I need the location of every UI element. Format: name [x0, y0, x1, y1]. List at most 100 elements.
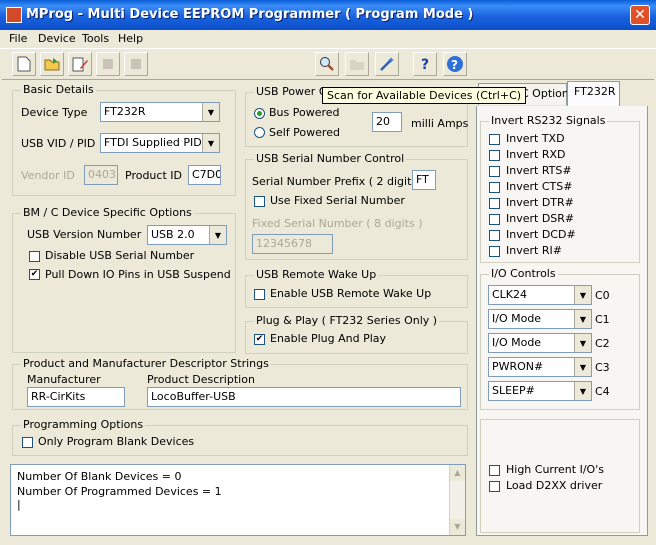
only-blank-checkbox[interactable] [22, 437, 33, 448]
c1-select[interactable]: I/O Mode ▼ [488, 309, 592, 329]
self-powered-radio[interactable] [254, 127, 265, 138]
max-current-field[interactable]: 20 [372, 112, 402, 132]
c4-value: SLEEP# [492, 384, 535, 397]
invert-rxd-label: Invert RXD [506, 148, 566, 161]
use-fixed-serial-checkbox[interactable] [254, 196, 265, 207]
menu-tools[interactable]: Tools [82, 32, 109, 45]
invert-cts-checkbox[interactable] [489, 182, 500, 193]
pull-down-label: Pull Down IO Pins in USB Suspend [45, 268, 231, 281]
plug-and-play-checkbox[interactable]: ✔ [254, 334, 265, 345]
invert-dsr-checkbox[interactable] [489, 214, 500, 225]
c1-label: C1 [595, 313, 610, 326]
c2-select[interactable]: I/O Mode ▼ [488, 333, 592, 353]
usb-version-value: USB 2.0 [151, 228, 195, 241]
remote-wakeup-checkbox[interactable] [254, 289, 265, 300]
bus-powered-radio[interactable] [254, 108, 265, 119]
scroll-up-icon[interactable]: ▲ [450, 465, 465, 481]
invert-txd-checkbox[interactable] [489, 134, 500, 145]
c2-value: I/O Mode [492, 336, 542, 349]
app-icon [6, 7, 22, 23]
invert-rts-checkbox[interactable] [489, 166, 500, 177]
program-button[interactable] [345, 52, 369, 76]
scroll-down-icon[interactable]: ▼ [450, 519, 465, 535]
group-title: Invert RS232 Signals [489, 114, 608, 127]
basic-details-group: Basic Details Device Type FT232R ▼ USB V… [12, 83, 236, 196]
group-title: Basic Details [21, 83, 96, 96]
erase-button[interactable] [375, 52, 399, 76]
toolbar: ? ? [2, 49, 654, 80]
menu-bar: File Device Tools Help [0, 30, 656, 49]
disable-serial-checkbox[interactable] [29, 251, 40, 262]
new-file-button[interactable] [12, 52, 36, 76]
c3-select[interactable]: PWRON# ▼ [488, 357, 592, 377]
edit-icon [72, 57, 88, 72]
disabled-tool-button-1[interactable] [96, 52, 120, 76]
load-d2xx-checkbox[interactable] [489, 481, 500, 492]
menu-file[interactable]: File [9, 32, 27, 45]
invert-rxd-checkbox[interactable] [489, 150, 500, 161]
load-d2xx-label: Load D2XX driver [506, 479, 603, 492]
tab-ft232r[interactable]: FT232R [567, 81, 620, 107]
device-type-select[interactable]: FT232R ▼ [100, 102, 220, 122]
help-button[interactable]: ? [413, 52, 437, 76]
menu-help[interactable]: Help [118, 32, 143, 45]
chevron-down-icon: ▼ [574, 358, 591, 376]
io-controls-group: I/O Controls CLK24 ▼ C0 I/O Mode ▼ C1 I/… [480, 267, 640, 410]
c4-select[interactable]: SLEEP# ▼ [488, 381, 592, 401]
manufacturer-label: Manufacturer [27, 373, 101, 386]
product-id-field[interactable]: C7D0 [188, 165, 221, 185]
output-log[interactable]: Number Of Blank Devices = 0 Number Of Pr… [10, 464, 466, 536]
close-button[interactable]: ✕ [630, 5, 650, 25]
fixed-serial-label: Fixed Serial Number ( 8 digits ) [252, 217, 423, 230]
open-button[interactable] [40, 52, 64, 76]
c0-select[interactable]: CLK24 ▼ [488, 285, 592, 305]
edit-button[interactable] [68, 52, 92, 76]
bus-powered-label: Bus Powered [269, 106, 340, 119]
vidpid-value: FTDI Supplied PID [104, 136, 202, 149]
device-type-label: Device Type [21, 106, 88, 119]
invert-dcd-checkbox[interactable] [489, 230, 500, 241]
title-bar[interactable]: MProg - Multi Device EEPROM Programmer (… [0, 0, 656, 30]
group-title: BM / C Device Specific Options [21, 206, 194, 219]
prefix-field[interactable]: FT [412, 170, 436, 190]
pull-down-checkbox[interactable]: ✔ [29, 269, 40, 280]
fixed-serial-field[interactable]: 12345678 [252, 234, 333, 254]
usb-version-select[interactable]: USB 2.0 ▼ [147, 225, 227, 245]
invert-dtr-label: Invert DTR# [506, 196, 574, 209]
chevron-down-icon: ▼ [202, 134, 219, 152]
info-icon: ? [447, 56, 463, 72]
output-line-blank: Number Of Blank Devices = 0 [17, 470, 182, 483]
vidpid-select[interactable]: FTDI Supplied PID ▼ [100, 133, 220, 153]
remote-wakeup-group: USB Remote Wake Up Enable USB Remote Wak… [245, 268, 468, 308]
invert-ri-checkbox[interactable] [489, 246, 500, 257]
new-file-icon [17, 56, 31, 72]
invert-dtr-checkbox[interactable] [489, 198, 500, 209]
serial-number-group: USB Serial Number Control Serial Number … [245, 152, 468, 260]
group-title: USB Serial Number Control [254, 152, 407, 165]
vendor-id-field[interactable]: 0403 [84, 165, 118, 185]
disable-serial-label: Disable USB Serial Number [45, 249, 195, 262]
product-description-field[interactable]: LocoBuffer-USB [147, 387, 461, 407]
high-current-checkbox[interactable] [489, 465, 500, 476]
manufacturer-field[interactable]: RR-CirKits [27, 387, 125, 407]
c0-value: CLK24 [492, 288, 528, 301]
bm-options-group: BM / C Device Specific Options USB Versi… [12, 206, 236, 353]
wand-icon [380, 57, 394, 71]
invert-rts-label: Invert RTS# [506, 164, 572, 177]
magnifier-icon [320, 57, 334, 71]
about-button[interactable]: ? [443, 52, 467, 76]
c1-value: I/O Mode [492, 312, 542, 325]
chevron-down-icon: ▼ [574, 310, 591, 328]
c4-label: C4 [595, 385, 610, 398]
use-fixed-serial-label: Use Fixed Serial Number [270, 194, 405, 207]
menu-device[interactable]: Device [38, 32, 76, 45]
descriptor-strings-group: Product and Manufacturer Descriptor Stri… [12, 357, 468, 410]
disabled-tool-button-2[interactable] [124, 52, 148, 76]
self-powered-label: Self Powered [269, 126, 340, 139]
output-scrollbar[interactable]: ▲ ▼ [449, 465, 465, 535]
high-current-label: High Current I/O's [506, 463, 604, 476]
c3-label: C3 [595, 361, 610, 374]
vendor-id-label: Vendor ID [21, 169, 75, 182]
vidpid-label: USB VID / PID [21, 137, 96, 150]
scan-button[interactable] [315, 52, 339, 76]
